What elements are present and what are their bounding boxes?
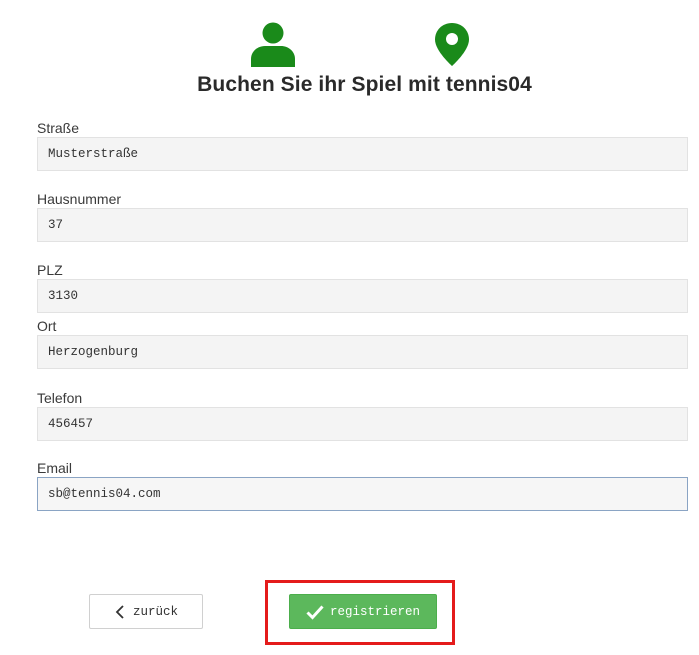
street-label: Straße [37,120,80,136]
back-button-label: zurück [132,604,178,619]
phone-input[interactable] [37,407,688,441]
user-icon [251,22,295,67]
back-button[interactable]: zurück [89,594,203,629]
email-label: Email [37,460,73,476]
chevron-left-icon [115,604,124,619]
city-label: Ort [37,318,57,334]
postal-code-label: PLZ [37,262,63,278]
postal-code-input[interactable] [37,279,688,313]
house-number-input[interactable] [37,208,688,242]
house-number-label: Hausnummer [37,191,122,207]
email-input[interactable] [37,477,688,511]
register-button[interactable]: registrieren [289,594,437,629]
phone-label: Telefon [37,390,83,406]
header-icons [0,22,699,67]
register-button-label: registrieren [329,604,420,619]
checkmark-icon [306,604,324,620]
city-input[interactable] [37,335,688,369]
street-input[interactable] [37,137,688,171]
page-title: Buchen Sie ihr Spiel mit tennis04 [197,73,532,96]
location-pin-icon [435,23,469,66]
